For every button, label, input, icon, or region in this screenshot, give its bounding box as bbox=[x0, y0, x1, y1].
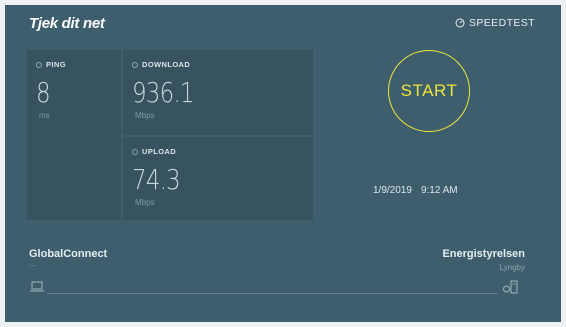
download-label: DOWNLOAD bbox=[132, 60, 190, 69]
download-unit: Mbps bbox=[135, 111, 155, 120]
brand-label: SPEEDTEST bbox=[468, 17, 535, 29]
upload-icon bbox=[132, 148, 138, 155]
download-label-text: DOWNLOAD bbox=[142, 60, 191, 69]
server-name[interactable]: Energistyrelsen bbox=[442, 248, 525, 260]
download-panel: DOWNLOAD 936.1 Mbps bbox=[123, 50, 313, 135]
connection-line bbox=[47, 293, 497, 294]
server-icon bbox=[503, 280, 518, 294]
server-location: Lyngby bbox=[499, 263, 526, 272]
ping-unit: ms bbox=[39, 111, 50, 120]
test-datetime: 1/9/2019 9:12 AM bbox=[373, 185, 458, 196]
upload-label-text: UPLOAD bbox=[142, 147, 177, 156]
isp-name: GlobalConnect bbox=[29, 248, 108, 260]
gauge-icon bbox=[455, 18, 465, 28]
download-value: 936.1 bbox=[132, 76, 194, 109]
ping-panel: PING 8 ms bbox=[27, 50, 121, 220]
upload-value: 74.3 bbox=[132, 163, 181, 196]
upload-label: UPLOAD bbox=[132, 147, 176, 156]
upload-unit: Mbps bbox=[135, 198, 155, 207]
upload-panel: UPLOAD 74.3 Mbps bbox=[123, 137, 313, 220]
ping-icon bbox=[36, 61, 42, 68]
ping-label-text: PING bbox=[46, 60, 66, 69]
isp-detail: --- bbox=[29, 263, 36, 270]
laptop-icon bbox=[30, 281, 44, 292]
ping-label: PING bbox=[36, 60, 66, 69]
test-date: 1/9/2019 bbox=[373, 185, 412, 196]
download-icon bbox=[132, 61, 138, 68]
speedtest-brand: SPEEDTEST bbox=[405, 17, 535, 29]
test-time: 9:12 AM bbox=[420, 185, 458, 196]
speedtest-app: Tjek dit net SPEEDTEST PING 8 ms DOWNLOA… bbox=[5, 5, 561, 322]
app-logo: Tjek dit net bbox=[29, 15, 105, 32]
ping-value: 8 bbox=[36, 76, 51, 109]
start-button[interactable]: START bbox=[388, 50, 470, 132]
